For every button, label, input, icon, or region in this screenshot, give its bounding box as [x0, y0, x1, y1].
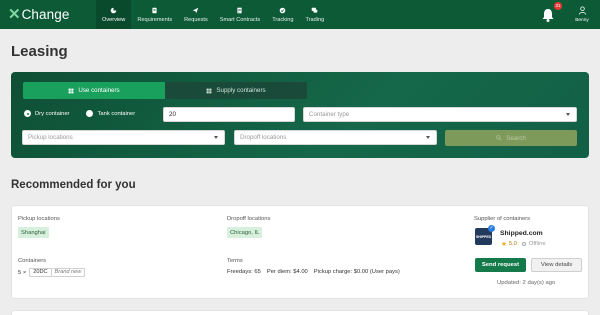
notifications-button[interactable]: 31: [540, 1, 562, 23]
user-name: Benny: [575, 18, 589, 23]
tab-label: Supply containers: [216, 87, 266, 94]
container-kind-radio-group: Dry container Tank container: [24, 110, 152, 117]
grid-icon: [68, 88, 74, 93]
contract-icon: [237, 7, 243, 13]
view-details-button[interactable]: View details: [531, 258, 582, 272]
chevron-down-icon: [214, 136, 218, 139]
tab-supply-containers[interactable]: Supply containers: [165, 82, 307, 99]
top-navigation-bar: ✕ Change Overview Requirements Requests …: [0, 0, 600, 29]
verified-check-icon: ✓: [488, 225, 495, 232]
tab-use-containers[interactable]: Use containers: [23, 82, 165, 99]
nav-label: Overview: [102, 16, 126, 23]
dropoff-locations-label: Dropoff locations: [227, 216, 271, 222]
radio-unselected-icon: [86, 110, 94, 117]
updated-timestamp: Updated: 2 day(s) ago: [497, 280, 556, 286]
nav-label: Requests: [184, 16, 208, 23]
brand-mark-icon: ✕: [8, 6, 21, 23]
containers-label: Containers: [18, 258, 47, 264]
terms-value: Freedays: 65 Per diem: $4.00 Pickup char…: [227, 269, 406, 275]
chat-icon: [312, 7, 318, 13]
paper-plane-icon: [193, 7, 199, 13]
nav-item-smart-contracts[interactable]: Smart Contracts: [214, 0, 266, 29]
section-title-recommended: Recommended for you: [11, 179, 136, 191]
nav-item-tracking[interactable]: Tracking: [266, 0, 299, 29]
user-menu[interactable]: Benny: [568, 6, 596, 23]
chevron-down-icon: [566, 113, 570, 116]
supplier-logo-text: SHIPPED: [475, 234, 492, 239]
pickup-charge-term: Pickup charge: $0.00 (User pays): [313, 269, 400, 275]
pickup-locations-select[interactable]: Pickup locations: [22, 130, 225, 145]
search-icon: [496, 135, 502, 141]
brand-logo[interactable]: ✕ Change: [0, 0, 96, 29]
supplier-label: Supplier of containers: [474, 216, 531, 222]
container-type-placeholder: Container type: [309, 111, 350, 118]
nav-item-requirements[interactable]: Requirements: [131, 0, 178, 29]
grid-icon: [207, 88, 212, 93]
radio-selected-icon: [24, 110, 31, 117]
status-dot-icon: [521, 242, 526, 246]
check-circle-icon: [280, 7, 286, 13]
freedays-term: Freedays: 65: [227, 269, 261, 275]
radio-label: Tank container: [97, 110, 136, 117]
container-mode-toggle: Use containers Supply containers: [23, 82, 307, 99]
search-label: Search: [506, 134, 526, 142]
brand-name: Change: [21, 7, 70, 22]
dropoff-locations-select[interactable]: Dropoff locations: [234, 130, 437, 145]
nav-label: Tracking: [272, 16, 294, 23]
search-button[interactable]: Search: [445, 130, 577, 146]
star-icon: ★: [501, 241, 507, 248]
bell-icon: [542, 8, 554, 22]
containers-value: 5 × 20DC Brand new: [18, 268, 86, 277]
container-quantity: 5 ×: [18, 269, 27, 276]
nav-label: Trading: [305, 16, 325, 23]
nav-label: Smart Contracts: [219, 16, 261, 23]
supplier-rating: 5.0: [508, 241, 517, 247]
pickup-placeholder: Pickup locations: [28, 134, 73, 141]
tab-label: Use containers: [78, 87, 120, 94]
supplier-meta: ★ 5.0 Offline: [501, 240, 546, 248]
user-icon: [578, 6, 586, 15]
clipboard-icon: [152, 7, 157, 13]
dashboard-icon: [110, 7, 117, 13]
nav-item-trading[interactable]: Trading: [299, 0, 330, 29]
main-nav: Overview Requirements Requests Smart Con…: [96, 0, 330, 29]
supplier-name[interactable]: Shipped.com: [500, 230, 543, 237]
dropoff-location-tag: Chicago, IL: [227, 227, 263, 238]
nav-item-overview[interactable]: Overview: [96, 0, 132, 29]
quantity-value: 20: [169, 111, 176, 118]
per-diem-term: Per diem: $4.00: [266, 269, 308, 275]
pickup-locations-label: Pickup locations: [18, 216, 60, 222]
container-size-chip: 20DC: [29, 268, 52, 277]
chevron-down-icon: [426, 136, 430, 139]
pickup-location-tag: Shanghai: [18, 227, 49, 238]
container-type-select[interactable]: Container type: [303, 107, 577, 122]
radio-dry-container[interactable]: Dry container: [24, 110, 69, 117]
terms-label: Terms: [227, 258, 243, 264]
quantity-input[interactable]: 20: [163, 107, 295, 122]
dropoff-placeholder: Dropoff locations: [240, 134, 287, 141]
send-request-button[interactable]: Send request: [475, 258, 526, 272]
radio-label: Dry container: [35, 110, 70, 117]
nav-label: Requirements: [137, 16, 173, 23]
supplier-status: Offline: [528, 241, 546, 247]
radio-tank-container[interactable]: Tank container: [86, 110, 135, 117]
nav-item-requests[interactable]: Requests: [178, 0, 214, 29]
notification-count-badge: 31: [554, 1, 562, 10]
recommendation-card-next: [11, 310, 589, 315]
container-condition-chip: Brand new: [51, 268, 86, 277]
page-title: Leasing: [11, 43, 68, 60]
